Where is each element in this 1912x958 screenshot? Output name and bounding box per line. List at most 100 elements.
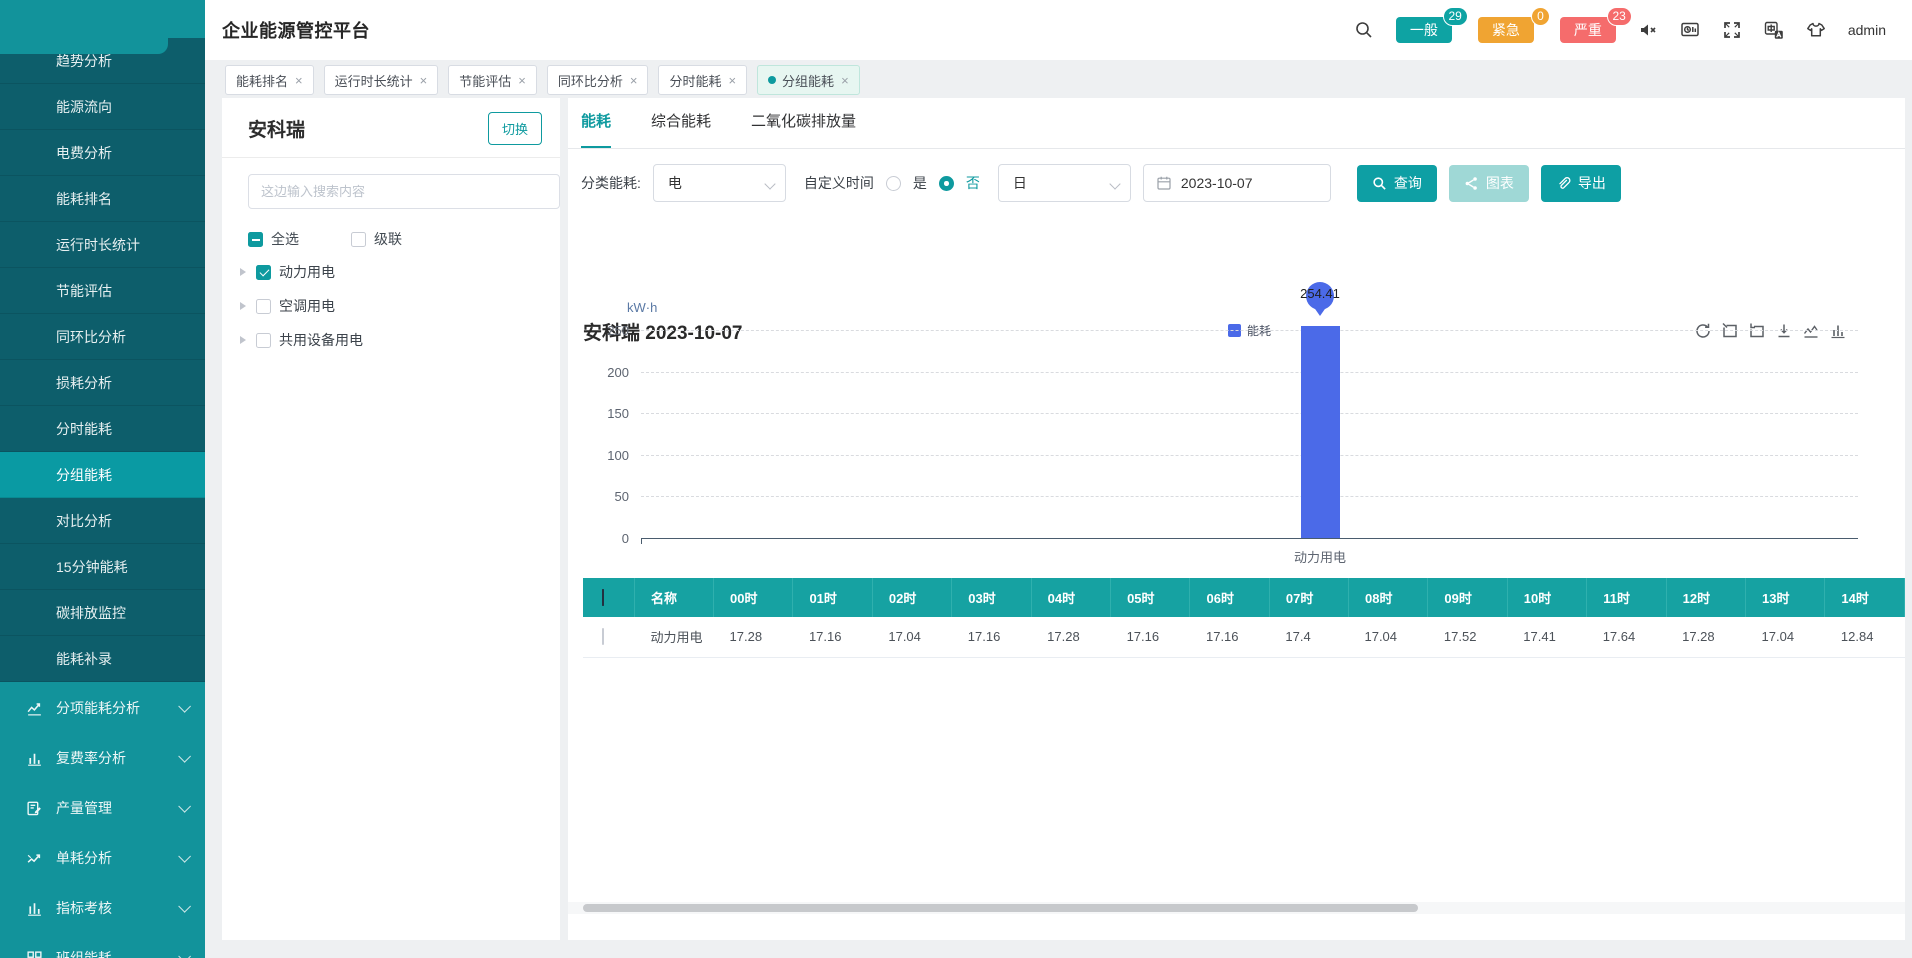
caret-right-icon[interactable]	[240, 268, 246, 276]
category-select[interactable]: 电	[653, 164, 786, 202]
cascade-checkbox[interactable]	[351, 232, 366, 247]
mute-icon[interactable]	[1638, 20, 1658, 40]
tree-node-checkbox[interactable]	[256, 299, 271, 314]
username[interactable]: admin	[1848, 22, 1886, 38]
sidebar-group-line-chart[interactable]: 分项能耗分析	[0, 683, 205, 733]
sidebar-item[interactable]: 分组能耗	[0, 452, 205, 498]
row-value-cell: 17.04	[1348, 617, 1427, 657]
trend-icon	[26, 850, 43, 867]
sidebar-item[interactable]: 损耗分析	[0, 360, 205, 406]
tab-二氧化碳排放量[interactable]: 二氧化碳排放量	[751, 110, 856, 148]
view-tag[interactable]: 运行时长统计	[324, 65, 439, 95]
period-select[interactable]: 日	[998, 164, 1131, 202]
column-header: 04时	[1031, 578, 1110, 617]
tree-node-checkbox[interactable]	[256, 265, 271, 280]
gridline	[641, 372, 1858, 373]
row-checkbox[interactable]	[602, 628, 604, 645]
export-button[interactable]: 导出	[1541, 165, 1621, 202]
energy-tabs: 能耗 综合能耗 二氧化碳排放量	[568, 98, 1905, 149]
sidebar-item[interactable]: 能耗排名	[0, 176, 205, 222]
chevron-down-icon	[178, 850, 191, 863]
close-icon[interactable]	[518, 73, 526, 88]
y-axis-tick-label: 0	[622, 531, 641, 546]
energy-panel: 能耗 综合能耗 二氧化碳排放量 分类能耗: 电 自定义时间 是 否 日 2023-1…	[568, 98, 1905, 940]
chart-button[interactable]: 图表	[1449, 165, 1529, 202]
tree-node-label: 共用设备用电	[279, 330, 363, 350]
alarm-badge[interactable]: 严重23	[1560, 17, 1616, 43]
bar-chart-icon	[26, 750, 43, 767]
tree-options-row: 全选 级联	[248, 229, 560, 249]
custom-time-yes-radio[interactable]	[886, 176, 901, 191]
view-tag[interactable]: 同环比分析	[547, 65, 649, 95]
sidebar-group-bar-chart[interactable]: 复费率分析	[0, 733, 205, 783]
tab-能耗[interactable]: 能耗	[581, 110, 611, 148]
column-header: 00时	[714, 578, 793, 617]
language-icon[interactable]	[1764, 20, 1784, 40]
filter-row: 分类能耗: 电 自定义时间 是 否 日 2023-10-07 查询	[581, 164, 1905, 202]
sidebar-group-trend[interactable]: 单耗分析	[0, 833, 205, 883]
bar-动力用电[interactable]	[1301, 326, 1340, 538]
column-header: 09时	[1428, 578, 1507, 617]
view-tag[interactable]: 分时能耗	[658, 65, 747, 95]
column-header: 10时	[1507, 578, 1586, 617]
view-tag[interactable]: 能耗排名	[225, 65, 314, 95]
view-tag[interactable]: 节能评估	[448, 65, 537, 95]
row-value-cell: 17.04	[872, 617, 951, 657]
custom-time-no-radio[interactable]	[939, 176, 954, 191]
date-picker[interactable]: 2023-10-07	[1143, 164, 1331, 202]
tree-search-input[interactable]	[248, 174, 560, 209]
sidebar-group-grid[interactable]: 班组能耗	[0, 933, 205, 958]
view-tag[interactable]: 分组能耗	[757, 65, 860, 95]
alarm-badge[interactable]: 一般29	[1396, 17, 1452, 43]
fullscreen-icon[interactable]	[1722, 20, 1742, 40]
query-button[interactable]: 查询	[1357, 165, 1437, 202]
close-icon[interactable]	[841, 73, 849, 88]
theme-shirt-icon[interactable]	[1806, 20, 1826, 40]
horizontal-scrollbar-track[interactable]	[568, 902, 1905, 914]
sidebar-submenu: 趋势分析能源流向电费分析能耗排名运行时长统计节能评估同环比分析损耗分析分时能耗分…	[0, 38, 205, 682]
sidebar-item[interactable]: 能耗补录	[0, 636, 205, 682]
sidebar-item[interactable]: 节能评估	[0, 268, 205, 314]
sidebar-item[interactable]: 对比分析	[0, 498, 205, 544]
sidebar-item[interactable]: 15分钟能耗	[0, 544, 205, 590]
tree-node[interactable]: 共用设备用电	[240, 323, 560, 357]
close-icon[interactable]	[295, 73, 303, 88]
tab-综合能耗[interactable]: 综合能耗	[651, 110, 711, 148]
active-dot	[768, 76, 776, 84]
row-value-cell: 17.16	[1190, 617, 1269, 657]
chevron-down-icon	[178, 900, 191, 913]
tree-node-checkbox[interactable]	[256, 333, 271, 348]
switch-button[interactable]: 切换	[488, 112, 542, 145]
row-value-cell: 17.4	[1269, 617, 1348, 657]
sidebar-group-production[interactable]: 产量管理	[0, 783, 205, 833]
column-header: 11时	[1587, 578, 1666, 617]
sidebar-item[interactable]: 同环比分析	[0, 314, 205, 360]
tree-node[interactable]: 动力用电	[240, 255, 560, 289]
close-icon[interactable]	[420, 73, 428, 88]
sidebar-item[interactable]: 电费分析	[0, 130, 205, 176]
sidebar-item[interactable]: 碳排放监控	[0, 590, 205, 636]
sidebar-item[interactable]: 分时能耗	[0, 406, 205, 452]
search-icon[interactable]	[1354, 20, 1374, 40]
gridline	[641, 496, 1858, 497]
horizontal-scrollbar-thumb[interactable]	[583, 904, 1418, 912]
dashboard-icon[interactable]	[1680, 20, 1700, 40]
row-value-cell: 12.84	[1825, 617, 1905, 657]
sidebar-item[interactable]: 运行时长统计	[0, 222, 205, 268]
caret-right-icon[interactable]	[240, 336, 246, 344]
tag-label: 同环比分析	[558, 71, 623, 90]
tree-panel-title: 安科瑞	[248, 115, 305, 142]
select-all-checkbox[interactable]	[248, 232, 263, 247]
sidebar-item[interactable]: 能源流向	[0, 84, 205, 130]
table-header-checkbox[interactable]	[602, 589, 604, 606]
close-icon[interactable]	[728, 73, 736, 88]
caret-right-icon[interactable]	[240, 302, 246, 310]
sidebar-group-bar-chart2[interactable]: 指标考核	[0, 883, 205, 933]
tree-node[interactable]: 空调用电	[240, 289, 560, 323]
alarm-badge[interactable]: 紧急0	[1478, 17, 1534, 43]
table-row[interactable]: 动力用电17.2817.1617.0417.1617.2817.1617.161…	[583, 617, 1905, 657]
column-header: 14时	[1825, 578, 1905, 617]
column-header: 名称	[634, 578, 713, 617]
close-icon[interactable]	[630, 73, 638, 88]
custom-time-label: 自定义时间	[804, 173, 874, 193]
